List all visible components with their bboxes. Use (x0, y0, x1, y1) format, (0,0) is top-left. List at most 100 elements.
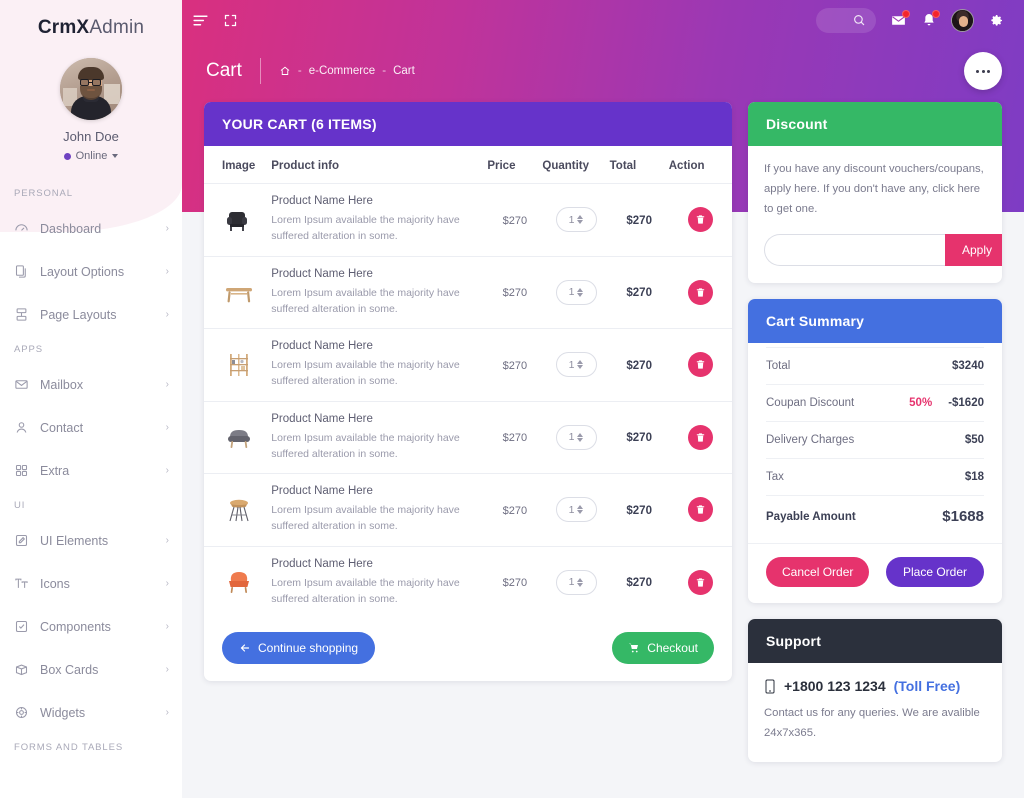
cart-table: Image Product info Price Quantity Total … (204, 146, 732, 618)
cell-action (668, 401, 732, 475)
user-avatar[interactable] (951, 8, 974, 32)
discount-card: Discount If you have any discount vouche… (748, 102, 1002, 284)
cell-image (204, 183, 272, 257)
product-name: Product Name Here (271, 195, 373, 207)
summary-row-tax: Tax $18 (766, 459, 984, 497)
delete-item-button[interactable] (687, 352, 713, 378)
summary-label: Total (766, 360, 791, 373)
sidebar-item-dashboard[interactable]: Dashboard › (0, 207, 182, 250)
typography-icon (14, 576, 40, 591)
spinner-arrows-icon[interactable] (577, 505, 584, 515)
cancel-order-button[interactable]: Cancel Order (766, 557, 870, 588)
sidebar-item-mailbox[interactable]: Mailbox › (0, 363, 182, 406)
cell-product-info: Product Name Here Lorem Ipsum available … (271, 183, 488, 257)
spinner-arrows-icon[interactable] (577, 360, 584, 370)
page-title: Cart (206, 60, 242, 81)
chevron-right-icon: › (165, 707, 169, 718)
expand-icon[interactable] (223, 13, 238, 28)
cell-product-info: Product Name Here Lorem Ipsum available … (271, 401, 488, 475)
product-name: Product Name Here (271, 267, 373, 280)
spinner-arrows-icon[interactable] (577, 432, 584, 442)
spinner-arrows-icon[interactable] (577, 577, 584, 587)
sidebar-item-layout-options[interactable]: Layout Options › (0, 250, 182, 293)
cell-action (668, 473, 732, 547)
spinner-arrows-icon[interactable] (577, 287, 584, 297)
cell-price: $270 (487, 546, 542, 618)
quantity-stepper[interactable]: 1 (555, 497, 597, 523)
sidebar-item-components[interactable]: Components › (0, 605, 182, 648)
checkout-button[interactable]: Checkout (612, 632, 714, 665)
search-input[interactable] (816, 7, 876, 33)
breadcrumb-item-cart[interactable]: Cart (393, 65, 415, 77)
spinner-arrows-icon[interactable] (577, 215, 584, 225)
sidebar-item-icons[interactable]: Icons › (0, 562, 182, 605)
quantity-stepper[interactable]: 1 (555, 279, 597, 305)
support-card: Support +1800 123 1234 (Toll Free) Conta… (748, 619, 1002, 762)
cell-total: $270 (609, 401, 669, 475)
delete-item-button[interactable] (687, 207, 713, 233)
profile-status[interactable]: Online (0, 150, 182, 162)
cart-summary-card: Cart Summary Total $3240 Coupan Discount… (748, 299, 1002, 604)
quantity-stepper[interactable]: 1 (555, 207, 597, 233)
delete-item-button[interactable] (687, 569, 713, 595)
sidebar-item-label: UI Elements (40, 533, 109, 548)
sidebar-item-contact[interactable]: Contact › (0, 406, 182, 449)
avatar[interactable] (60, 58, 122, 120)
cell-product-info: Product Name Here Lorem Ipsum available … (271, 473, 488, 547)
apply-discount-button[interactable]: Apply (945, 234, 1002, 267)
cell-price: $270 (487, 473, 543, 547)
quantity-stepper[interactable]: 1 (555, 352, 597, 378)
gear-icon[interactable] (988, 12, 1004, 28)
delete-item-button[interactable] (687, 424, 713, 450)
place-order-button[interactable]: Place Order (885, 557, 984, 588)
quantity-value: 1 (568, 213, 575, 226)
bell-icon[interactable] (921, 10, 940, 28)
cell-total: $270 (609, 256, 669, 330)
black-armchair-thumbnail (222, 203, 256, 237)
sidebar-item-ui-elements[interactable]: UI Elements › (0, 519, 182, 562)
home-icon[interactable] (279, 65, 291, 77)
support-body: +1800 123 1234 (Toll Free) Contact us fo… (748, 663, 1002, 762)
nav-section-apps: APPS (14, 344, 43, 355)
table-header-row: Image Product info Price Quantity Total … (204, 146, 732, 184)
payable-value: $1688 (942, 508, 984, 526)
breadcrumb-item-ecommerce[interactable]: e-Commerce (309, 65, 375, 77)
mobile-icon (764, 679, 776, 694)
cart-table-body: Product Name Here Lorem Ipsum available … (204, 183, 732, 619)
summary-row-delivery-charges: Delivery Charges $50 (766, 422, 984, 460)
delete-item-button[interactable] (687, 497, 713, 523)
sidebar-item-label: Icons (40, 576, 70, 591)
breadcrumb-sep: - (297, 65, 302, 77)
support-card-header: Support (748, 619, 1002, 664)
continue-shopping-button[interactable]: Continue shopping (222, 632, 376, 665)
sidebar-item-label: Dashboard (40, 221, 102, 236)
discount-code-input[interactable] (764, 234, 945, 267)
hamburger-icon[interactable] (192, 12, 209, 29)
delete-item-button[interactable] (687, 279, 713, 305)
quantity-stepper[interactable]: 1 (555, 424, 597, 450)
sidebar-item-box-cards[interactable]: Box Cards › (0, 648, 182, 691)
product-desc: Lorem Ipsum available the majority have … (271, 576, 460, 605)
envelope-icon[interactable] (890, 9, 910, 29)
sidebar-item-page-layouts[interactable]: Page Layouts › (0, 293, 182, 336)
app-root: CrmXAdmin John Doe Online PERSONAL Dashb… (0, 0, 1024, 798)
profile-status-label: Online (75, 150, 108, 162)
quantity-stepper[interactable]: 1 (555, 569, 597, 595)
sidebar-cards-column: Discount If you have any discount vouche… (748, 102, 1002, 762)
brand-logo[interactable]: CrmXAdmin (0, 0, 182, 39)
product-name: Product Name Here (271, 485, 373, 498)
cart-card: YOUR CART (6 ITEMS) Image Product info P… (204, 102, 732, 682)
cell-product-info: Product Name Here Lorem Ipsum available … (271, 256, 488, 330)
support-phone-number[interactable]: +1800 123 1234 (784, 678, 886, 694)
payable-label: Payable Amount (766, 510, 856, 523)
cell-quantity: 1 (542, 256, 610, 330)
table-row: Product Name Here Lorem Ipsum available … (204, 401, 732, 475)
product-desc: Lorem Ipsum available the majority have … (271, 431, 460, 460)
cell-quantity: 1 (542, 183, 610, 257)
trash-icon (695, 359, 706, 370)
box-icon (14, 662, 40, 677)
breadcrumb: - e-Commerce - Cart (279, 65, 415, 77)
sidebar-item-extra[interactable]: Extra › (0, 449, 182, 492)
sidebar-item-widgets[interactable]: Widgets › (0, 691, 182, 734)
summary-label: Tax (766, 471, 784, 484)
